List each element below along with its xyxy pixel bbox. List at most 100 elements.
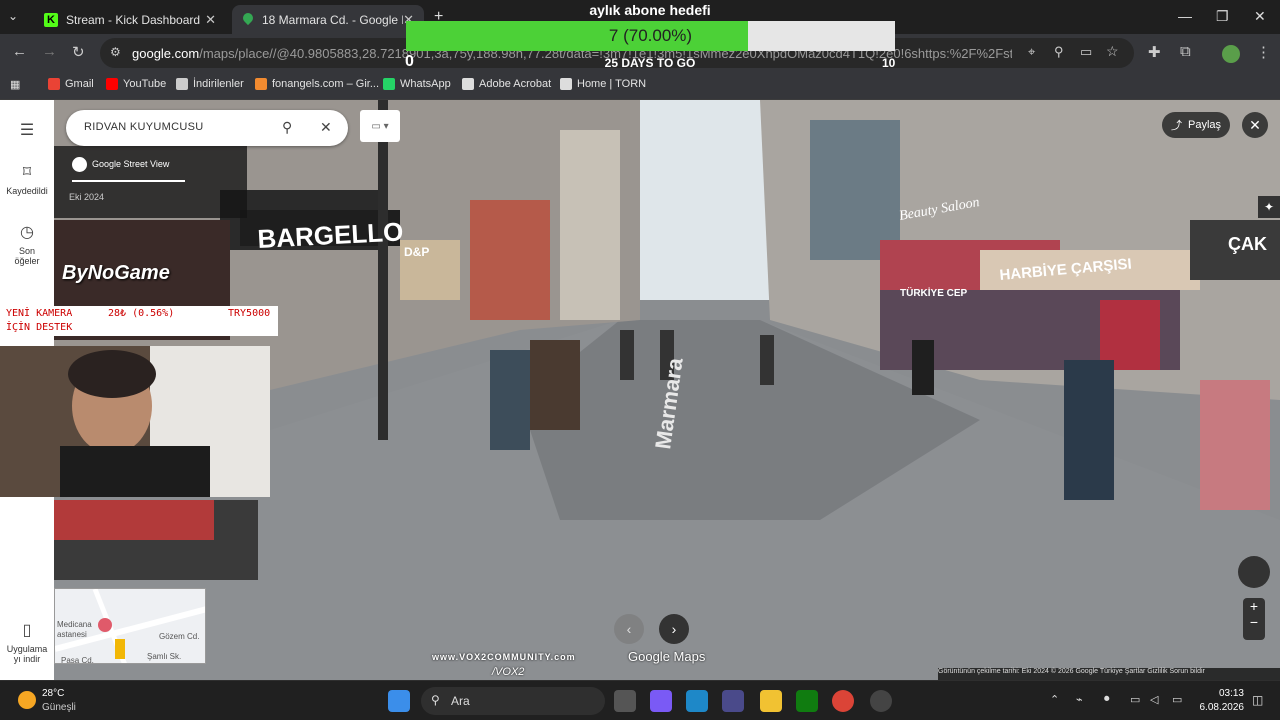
tab-search-icon[interactable]: ⌄ — [8, 9, 18, 23]
goal-min: 0 — [405, 53, 414, 70]
extension-icon[interactable]: ✚ — [1148, 43, 1161, 61]
map-label: Şamlı Sk. — [147, 652, 181, 661]
zoom-icon[interactable]: ⚲ — [1054, 44, 1064, 60]
bookmark-label: İndirilenler — [193, 78, 244, 90]
goal-progress-bar: 7 (70.00%) — [406, 21, 895, 51]
network-icon[interactable]: ⌁ — [1076, 693, 1083, 706]
bookmark-star-icon[interactable]: ☆ — [1106, 43, 1119, 60]
menu-hamburger-icon[interactable]: ☰ — [0, 120, 54, 144]
photo-gallery-control[interactable]: ▭ ▾ — [360, 110, 400, 142]
maximize-icon[interactable]: ❐ — [1216, 8, 1229, 25]
recent-button[interactable]: ◷ Son öğeler — [0, 222, 54, 266]
taskbar-search[interactable]: ⚲ Ara — [421, 687, 605, 715]
donation-goal-widget: YENİ KAMERA 28₺ (0.56%) TRY5000 İÇİN DES… — [2, 306, 278, 336]
close-street-view-icon[interactable]: ✕ — [1242, 112, 1268, 138]
extensions-puzzle-icon[interactable]: ⧉ — [1180, 43, 1191, 60]
goal-title: aylık abone hedefi — [589, 2, 711, 18]
volume-icon[interactable]: ◁ — [1150, 693, 1158, 706]
maps-pin-icon — [242, 13, 254, 27]
install-icon[interactable]: ▭ — [1080, 44, 1092, 60]
sparkle-icon[interactable]: ✦ — [1258, 196, 1280, 218]
bookmark-fonangels[interactable]: fonangels.com – Gir... — [255, 78, 379, 90]
reload-icon[interactable]: ↻ — [72, 43, 85, 61]
zoom-out-icon[interactable]: − — [1243, 614, 1265, 630]
tray-overflow-icon[interactable]: ⌃ — [1050, 693, 1059, 706]
history-icon: ◷ — [20, 224, 34, 241]
donation-title: YENİ KAMERA — [6, 308, 73, 319]
microphone-icon[interactable]: ⏺ — [1104, 693, 1110, 706]
start-icon[interactable] — [388, 690, 410, 712]
sign-dp: D&P — [404, 245, 429, 259]
webcam-feed — [0, 346, 270, 497]
display-icon[interactable]: ▭ — [1130, 693, 1140, 706]
bookmark-label: Adobe Acrobat — [479, 78, 552, 90]
close-tab-icon[interactable]: ✕ — [205, 12, 216, 28]
tab-google-maps[interactable]: 18 Marmara Cd. - Google Harita ✕ — [232, 5, 424, 34]
bookmark-acrobat[interactable]: Adobe Acrobat — [462, 78, 551, 90]
clear-search-icon[interactable]: ✕ — [320, 119, 332, 136]
site-info-icon[interactable]: ⚙ — [110, 45, 121, 59]
store-icon[interactable] — [722, 690, 744, 712]
next-arrow-icon[interactable]: › — [659, 614, 689, 644]
zoom-control[interactable]: + − — [1243, 598, 1265, 640]
notification-icon[interactable]: ◫ — [1252, 693, 1263, 707]
search-icon[interactable]: ⚲ — [282, 119, 292, 136]
acrobat-icon — [462, 78, 474, 90]
menu-kebab-icon[interactable]: ⋮ — [1256, 43, 1271, 61]
weather-description[interactable]: Güneşli — [42, 702, 76, 713]
sign-cak: ÇAK — [1228, 234, 1267, 254]
tab-label: 18 Marmara Cd. - Google Harita — [262, 12, 403, 27]
compass-icon[interactable] — [1238, 556, 1270, 588]
bookmark-youtube[interactable]: YouTube — [106, 78, 166, 90]
weather-temperature[interactable]: 28°C — [42, 688, 64, 699]
obs-icon[interactable] — [870, 690, 892, 712]
bookmark-torn[interactable]: Home | TORN — [560, 78, 646, 90]
battery-icon[interactable]: ▭ — [1172, 693, 1182, 706]
clock-date[interactable]: 6.08.2026 — [1196, 702, 1245, 713]
kick-icon: K — [44, 12, 58, 27]
mini-map[interactable]: Medicana astanesi Gözem Cd. Şamlı Sk. Pa… — [54, 588, 206, 664]
maps-footer[interactable]: Görüntünün çekilme tarihi: Eki 2024 © 20… — [938, 668, 1280, 680]
tab-label: Stream - Kick Dashboard — [66, 12, 201, 27]
saved-button[interactable]: ⌑ Kaydedildi — [0, 162, 54, 196]
map-label: Paşa Cd. — [61, 656, 94, 664]
share-button[interactable]: ⤴ Paylaş — [1162, 112, 1230, 138]
google-maps-logo: Google Maps — [628, 649, 706, 664]
edge-icon[interactable] — [686, 690, 708, 712]
bookmark-whatsapp[interactable]: WhatsApp — [383, 78, 451, 90]
forward-icon[interactable]: → — [42, 43, 57, 60]
maps-search-box[interactable]: RIDVAN KUYUMCUSU ⚲ ✕ — [66, 110, 348, 146]
map-label: astanesi — [57, 630, 87, 639]
copilot-icon[interactable] — [650, 690, 672, 712]
share-label: Paylaş — [1187, 119, 1222, 131]
vox-community-watermark: www.VOX2COMMUNITY.com — [432, 652, 576, 662]
location-icon[interactable]: ⌖ — [1028, 44, 1035, 60]
torn-icon — [560, 78, 572, 90]
zoom-in-icon[interactable]: + — [1243, 598, 1265, 614]
sponsor-logo: ByNoGame — [62, 262, 170, 284]
bookmark-label: Gmail — [65, 78, 94, 90]
profile-avatar[interactable] — [1222, 45, 1240, 63]
clock-time[interactable]: 03:13 — [1196, 688, 1244, 699]
chrome-icon[interactable] — [832, 690, 854, 712]
previous-arrow-icon[interactable]: ‹ — [614, 614, 644, 644]
bookmark-downloads[interactable]: İndirilenler — [176, 78, 244, 90]
get-app-button[interactable]: ▯ Uygulama yı indir — [0, 620, 54, 664]
weather-sun-icon[interactable] — [18, 691, 36, 709]
tab-kick-dashboard[interactable]: K Stream - Kick Dashboard ✕ — [34, 5, 226, 34]
task-view-icon[interactable] — [614, 690, 636, 712]
bookmark-label: WhatsApp — [400, 78, 451, 90]
close-window-icon[interactable]: ✕ — [1254, 8, 1266, 25]
underline — [72, 180, 185, 182]
minimize-icon[interactable]: — — [1178, 8, 1192, 24]
capture-date[interactable]: Eki 2024 — [69, 192, 104, 202]
recent-label-1: Son — [18, 246, 35, 256]
apps-grid-icon[interactable]: ▦ — [10, 78, 20, 91]
back-icon[interactable]: ← — [12, 43, 27, 60]
street-view-label: Google Street View — [92, 159, 170, 169]
apps-label-1: Uygulama — [6, 644, 48, 654]
bookmark-gmail[interactable]: Gmail — [48, 78, 94, 90]
file-explorer-icon[interactable] — [760, 690, 782, 712]
search-input[interactable]: RIDVAN KUYUMCUSU — [84, 121, 204, 133]
xbox-icon[interactable] — [796, 690, 818, 712]
